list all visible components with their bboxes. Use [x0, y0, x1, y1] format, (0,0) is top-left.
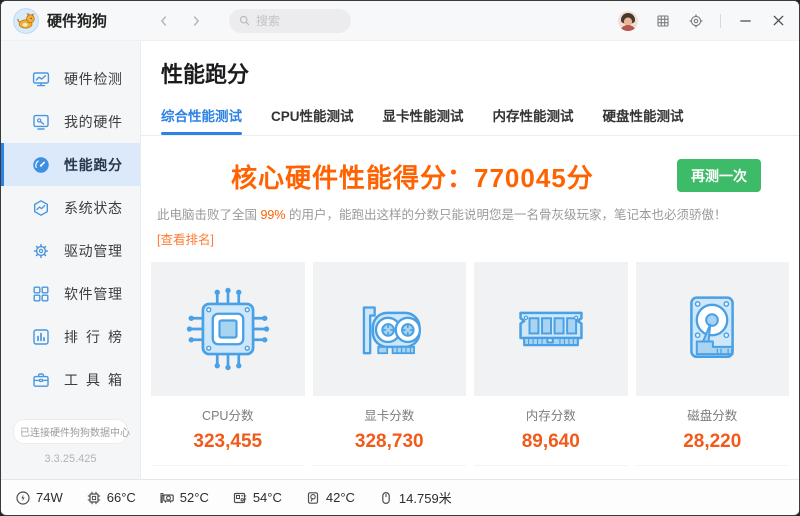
- toolbox-icon: [31, 370, 51, 390]
- status-cpu-temp: 66°C: [86, 490, 136, 506]
- disk-score-label: 磁盘分数: [636, 405, 790, 424]
- sidebar: 硬件检测 我的硬件 性能跑分: [1, 41, 141, 479]
- gpu-temp-value: 52°C: [180, 490, 209, 505]
- sidebar-item-driver-management[interactable]: 驱动管理: [1, 229, 140, 272]
- gpu-card-icon: [159, 490, 175, 506]
- cpu-score-value: 323,455: [151, 431, 305, 453]
- tab-cpu-test[interactable]: CPU性能测试: [271, 105, 354, 135]
- motherboard-temp-value: 54°C: [253, 490, 282, 505]
- sidebar-label: 软件管理: [64, 284, 122, 304]
- sidebar-label: 我的硬件: [64, 112, 122, 132]
- user-avatar[interactable]: [618, 11, 638, 31]
- gpu-score-card: 显卡分数 328,730: [313, 262, 467, 466]
- bar-chart-icon: [31, 327, 51, 347]
- cpu-chip-icon: [86, 490, 102, 506]
- close-button[interactable]: [770, 12, 787, 29]
- disk-score-card: 磁盘分数 28,220: [636, 262, 790, 466]
- sidebar-item-benchmark[interactable]: 性能跑分: [1, 143, 140, 186]
- titlebar-divider: [720, 14, 721, 28]
- tab-comprehensive-test[interactable]: 综合性能测试: [161, 105, 242, 135]
- sidebar-label: 硬件检测: [64, 69, 122, 89]
- settings-gear-icon[interactable]: [687, 12, 704, 29]
- tab-memory-test[interactable]: 内存性能测试: [493, 105, 574, 135]
- status-power: 74W: [15, 490, 63, 506]
- hdd-icon: [669, 286, 755, 372]
- memory-score-label: 内存分数: [474, 405, 628, 424]
- status-motherboard-temp: 54°C: [232, 490, 282, 506]
- search-input[interactable]: [256, 14, 336, 28]
- tab-gpu-test[interactable]: 显卡性能测试: [383, 105, 464, 135]
- hexagon-icon: [31, 198, 51, 218]
- ram-icon: [508, 286, 594, 372]
- cpu-score-label: CPU分数: [151, 405, 305, 424]
- sidebar-item-hardware-detect[interactable]: 硬件检测: [1, 57, 140, 100]
- sidebar-item-my-hardware[interactable]: 我的硬件: [1, 100, 140, 143]
- cpu-score-card: CPU分数 323,455: [151, 262, 305, 466]
- gpu-score-label: 显卡分数: [313, 405, 467, 424]
- search-box[interactable]: [229, 9, 351, 33]
- score-description: 此电脑击败了全国 99% 的用户，能跑出这样的分数只能说明您是一名骨灰级玩家，笔…: [141, 195, 799, 227]
- gpu-score-value: 328,730: [313, 431, 467, 453]
- gear-icon: [31, 241, 51, 261]
- app-logo: 硬件狗狗: [13, 8, 141, 34]
- tab-disk-test[interactable]: 硬盘性能测试: [603, 105, 684, 135]
- app-window: 硬件狗狗: [0, 0, 800, 516]
- title-bar: 硬件狗狗: [1, 1, 799, 41]
- connection-status-badge: 已连接硬件狗狗数据中心: [13, 419, 128, 444]
- disk-temp-value: 42°C: [326, 490, 355, 505]
- app-grid-icon: [31, 284, 51, 304]
- feedback-grid-icon[interactable]: [654, 12, 671, 29]
- page-title: 性能跑分: [141, 41, 799, 89]
- power-value: 74W: [36, 490, 63, 505]
- sidebar-label: 驱动管理: [64, 241, 122, 261]
- monitor-icon: [31, 69, 51, 89]
- cpu-icon: [185, 286, 271, 372]
- view-ranking-link[interactable]: [查看排名]: [157, 229, 214, 248]
- benchmark-tabs: 综合性能测试 CPU性能测试 显卡性能测试 内存性能测试 硬盘性能测试: [141, 105, 799, 136]
- back-button[interactable]: [155, 12, 173, 30]
- cpu-temp-value: 66°C: [107, 490, 136, 505]
- disk-score-value: 28,220: [636, 431, 790, 453]
- computer-icon: [31, 112, 51, 132]
- motherboard-icon: [232, 490, 248, 506]
- app-title: 硬件狗狗: [47, 10, 107, 31]
- beat-percentage: 99%: [260, 208, 285, 222]
- sidebar-item-toolbox[interactable]: 工具箱: [1, 358, 140, 401]
- sidebar-label: 排行榜: [64, 327, 122, 347]
- sidebar-item-software-management[interactable]: 软件管理: [1, 272, 140, 315]
- status-bar: 74W 66°C 52°C: [1, 479, 799, 515]
- retest-button[interactable]: 再测一次: [677, 159, 761, 192]
- mouse-icon: [378, 490, 394, 506]
- main-content: 性能跑分 综合性能测试 CPU性能测试 显卡性能测试 内存性能测试 硬盘性能测试…: [141, 41, 799, 479]
- minimize-button[interactable]: [737, 12, 754, 29]
- dog-logo-icon: [13, 8, 39, 34]
- status-gpu-temp: 52°C: [159, 490, 209, 506]
- sidebar-label: 系统状态: [64, 198, 122, 218]
- memory-score-value: 89,640: [474, 431, 628, 453]
- desc-prefix: 此电脑击败了全国: [157, 208, 260, 222]
- search-icon: [238, 14, 251, 27]
- mouse-distance-value: 14.759米: [399, 488, 452, 507]
- disk-icon: [305, 490, 321, 506]
- gpu-icon: [346, 286, 432, 372]
- sidebar-item-system-status[interactable]: 系统状态: [1, 186, 140, 229]
- power-icon: [15, 490, 31, 506]
- memory-score-card: 内存分数 89,640: [474, 262, 628, 466]
- forward-button[interactable]: [187, 12, 205, 30]
- status-mouse-distance: 14.759米: [378, 488, 452, 507]
- desc-suffix: 的用户，能跑出这样的分数只能说明您是一名骨灰级玩家，笔记本也必须骄傲！: [286, 208, 727, 222]
- status-disk-temp: 42°C: [305, 490, 355, 506]
- sidebar-item-ranking[interactable]: 排行榜: [1, 315, 140, 358]
- sidebar-label: 工具箱: [64, 370, 122, 390]
- gauge-icon: [31, 155, 51, 175]
- app-version: 3.3.25.425: [13, 453, 128, 465]
- score-cards: CPU分数 323,455: [141, 249, 799, 466]
- sidebar-label: 性能跑分: [64, 155, 122, 175]
